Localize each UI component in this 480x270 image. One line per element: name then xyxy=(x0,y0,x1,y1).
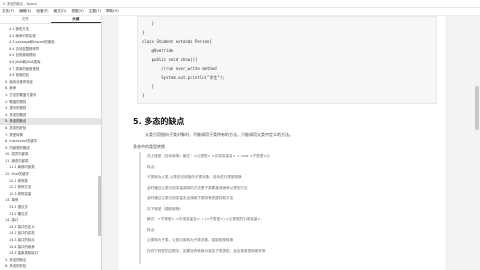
outline-item[interactable]: 8. instanceof关键字 xyxy=(0,138,101,145)
sidebar-tabs: 文件 大纲 xyxy=(0,16,101,24)
outline-item[interactable]: 4.3 package和import的使用 xyxy=(0,39,101,46)
outline-item[interactable]: 13.1 饿汉式 xyxy=(0,204,101,211)
quote-line: 子类转为父类 父类的引用指向子类对象。自动进行类型转换 xyxy=(147,175,242,179)
paragraph-subtitle: 多态中的类型转换 xyxy=(133,144,165,149)
outline-item[interactable]: 5. 多态的缺点 xyxy=(0,257,101,264)
code-line: public void show(){ xyxy=(142,57,198,62)
outline-item[interactable]: 10. 成员内部类 xyxy=(0,151,101,158)
outline-item[interactable]: 4.1 静态方法 xyxy=(0,26,101,33)
editor-scrollbar-thumb[interactable] xyxy=(475,86,479,130)
title-bar: 5. 多态的缺点 - Typora xyxy=(0,0,480,8)
editor-area: }} class Student extends Person{ @Overrid… xyxy=(103,16,480,270)
outline-item[interactable]: 14.4 接口的继承 xyxy=(0,244,101,251)
outline-item[interactable]: 3. 重写的规则 xyxy=(0,105,101,112)
editor-scrollbar[interactable] xyxy=(474,16,480,270)
outline-item[interactable]: 9. 内部类的概述 xyxy=(0,145,101,152)
quote-line: 此时通过父类引用变量调用的方法是子类覆盖或继承父类的方法 xyxy=(147,185,248,190)
outline-item[interactable]: 14.1 接口的定义 xyxy=(0,224,101,231)
outline-item[interactable]: 13.2 懒汉式 xyxy=(0,211,101,218)
code-line: } xyxy=(142,30,145,35)
outline-item[interactable]: 12.1 修饰类 xyxy=(0,178,101,185)
outline-item[interactable]: 12. final关键字 xyxy=(0,171,101,178)
code-line: } xyxy=(142,21,155,26)
outline-item[interactable]: 7. 类型转换 xyxy=(0,132,101,139)
outline-item[interactable]: 4.2 继承中的实现 xyxy=(0,33,101,40)
menu-format[interactable]: 格式(O) xyxy=(54,9,67,14)
quote-line: 格式：<子类型> <引用变量名> = (<子类型>) <父类型的引用变量>; xyxy=(147,217,262,221)
outline-item[interactable]: 11.1 局部内部类 xyxy=(0,164,101,171)
section-heading: 5. 多态的缺点 xyxy=(133,117,185,126)
document-page[interactable]: }} class Student extends Person{ @Overrid… xyxy=(119,16,445,270)
code-line: } xyxy=(142,93,145,98)
code-line: class Student extends Person{ xyxy=(142,39,212,44)
menu-edit[interactable]: 编辑(E) xyxy=(19,9,31,14)
menu-view[interactable]: 视图(V) xyxy=(71,9,83,14)
quote-line: 父类转为子类，父类引用转为子类对象。强制类型转换 xyxy=(147,238,234,242)
menu-file[interactable]: 文件(F) xyxy=(2,9,14,14)
window-title: 5. 多态的缺点 - Typora xyxy=(3,2,37,6)
sidebar-scrollbar[interactable] xyxy=(98,176,101,236)
outline-item[interactable]: 12.3 修饰变量 xyxy=(0,191,101,198)
outline-item[interactable]: 12.2 修饰方法 xyxy=(0,184,101,191)
quote-line: 向下转型（强制转换） xyxy=(147,206,183,211)
outline-item[interactable]: 14.2 接口的实现 xyxy=(0,230,101,237)
quote-line: 在向下转型的过程中，如果没有转换为真实子类类型，会出现类型转换异常 xyxy=(147,248,266,253)
menu-theme[interactable]: 主题(T) xyxy=(89,9,101,14)
outline-item[interactable]: 6. 继承 xyxy=(0,85,101,92)
outline-item[interactable]: 14. 接口 xyxy=(0,217,101,224)
outline-item[interactable]: 14.5 抽象类和接口 xyxy=(0,250,101,257)
outline-item[interactable]: 11. 静态内部类 xyxy=(0,158,101,165)
outline-item[interactable]: 13. 单例 xyxy=(0,197,101,204)
outline-item[interactable]: 1. 方法的覆盖与重写 xyxy=(0,92,101,99)
outline-item[interactable]: 4.8 常用的包 xyxy=(0,72,101,79)
code-line: } xyxy=(142,84,155,89)
outline-item[interactable]: 5. 多态的缺点 xyxy=(0,118,101,125)
outline-item[interactable]: 4. 多态的概述 xyxy=(0,112,101,119)
outline-item[interactable]: 2. 覆盖的规则 xyxy=(0,99,101,106)
quote-line: 特点： xyxy=(147,227,158,232)
quote-line: 特点： xyxy=(147,164,158,169)
code-line: @Override xyxy=(142,48,174,53)
outline-item[interactable]: 6. 多态的好处 xyxy=(0,125,101,132)
outline-list: 4.1 静态方法 4.2 继承中的实现 4.3 package和import的使用 4… xyxy=(0,24,101,270)
menu-bar: 文件(F) 编辑(E) 段落(P) 格式(O) 视图(V) 主题(T) 帮助(H… xyxy=(0,8,480,16)
sidebar: 文件 大纲 4.1 静态方法 4.2 继承中的实现 4.3 package和impo… xyxy=(0,16,102,270)
blockquote: 向上转型（自动转换）格式：<父类型> <引用变量名> = new <子类型>()… xyxy=(139,152,437,264)
outline-item[interactable]: 5. 面向对象的特征 xyxy=(0,79,101,86)
tab-files[interactable]: 文件 xyxy=(0,16,51,23)
menu-help[interactable]: 帮助(H) xyxy=(106,9,119,14)
outline-item[interactable]: 4.6 JAVA和JAVA类库 xyxy=(0,59,101,66)
outline-item[interactable]: 14.3 接口的特点 xyxy=(0,237,101,244)
tab-outline[interactable]: 大纲 xyxy=(50,16,101,23)
code-line: //run over_write method xyxy=(142,66,217,71)
menu-paragraph[interactable]: 段落(P) xyxy=(36,9,48,14)
outline-item[interactable]: 4.5 包的使用规则 xyxy=(0,52,101,59)
outline-item[interactable]: 4.4 访问权限修饰符 xyxy=(0,46,101,53)
code-block[interactable]: }} class Student extends Person{ @Overrid… xyxy=(137,16,437,104)
outline-item[interactable]: 6. 多态的好处 xyxy=(0,263,101,270)
quote-line: 向上转型（自动转换）格式：<父类型> <引用变量名> = new <子类型>()… xyxy=(147,154,271,158)
quote-line: 此时通过父类引用变量无法调用子类特有的属性和方法 xyxy=(147,196,234,200)
outline-item[interactable]: 4.7 类库的使用规则 xyxy=(0,66,101,73)
paragraph: 父类引用指向子类对象时，不能调用子类特有的方法，只能调用父类中定义的方法。 xyxy=(145,132,293,137)
code-line: System.out.println("学生"); xyxy=(142,75,225,80)
